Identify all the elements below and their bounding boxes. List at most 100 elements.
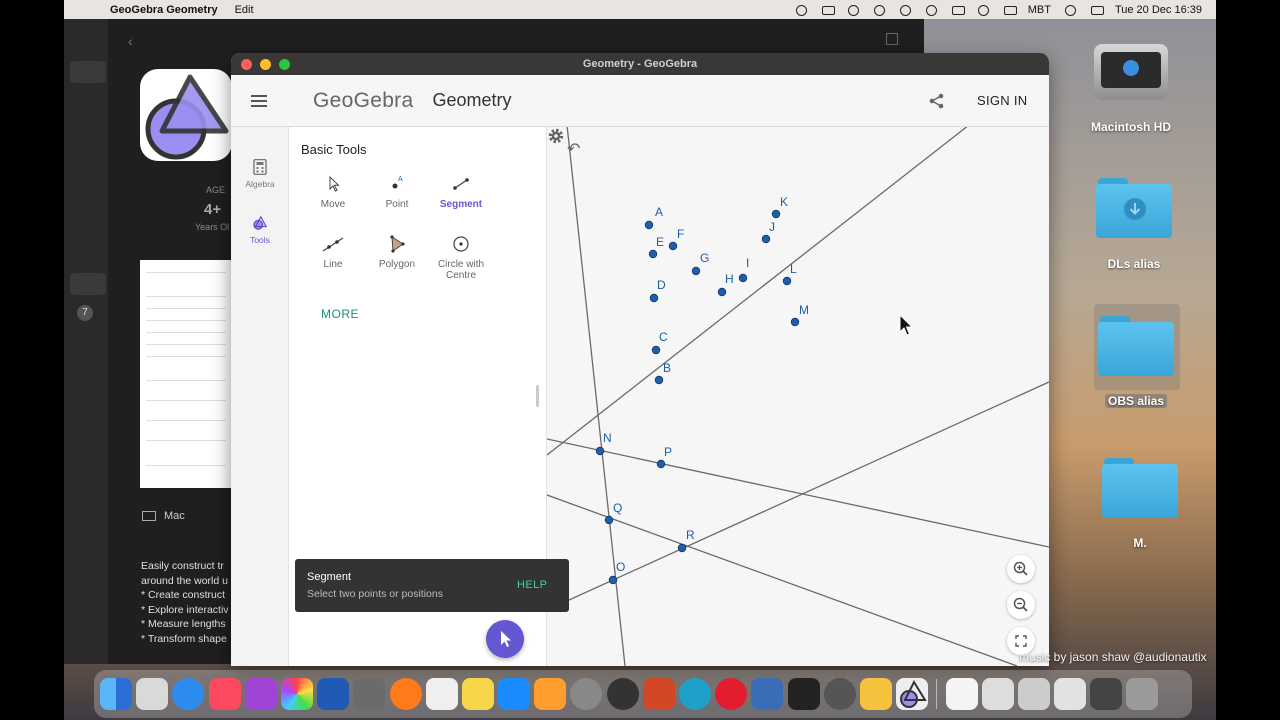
trash-icon[interactable] (1126, 678, 1159, 710)
finder-icon[interactable] (100, 678, 132, 710)
desktop-icon-macintosh-hd[interactable]: Macintosh HD (1087, 44, 1175, 134)
opera-icon[interactable] (715, 678, 748, 710)
help-button[interactable]: HELP (517, 579, 547, 591)
powerpoint-icon[interactable] (642, 678, 675, 710)
point-g[interactable] (691, 266, 701, 276)
zoom-out-button[interactable] (1007, 591, 1035, 619)
point-m[interactable] (790, 317, 800, 327)
zoom-in-button[interactable] (1007, 555, 1035, 583)
menu-app-name[interactable]: GeoGebra Geometry (110, 4, 218, 16)
volume-icon[interactable] (950, 4, 965, 15)
desktop-icon-obs-alias[interactable]: OBS alias (1096, 316, 1176, 408)
textedit-icon[interactable] (425, 678, 458, 710)
tool-polygon[interactable]: Polygon (365, 233, 429, 270)
firefox-icon[interactable] (389, 678, 422, 710)
brightness-icon[interactable] (846, 4, 860, 16)
close-window-icon[interactable] (241, 58, 252, 70)
tool-move[interactable]: Move (301, 173, 365, 210)
spotlight-search-icon[interactable] (1063, 4, 1077, 16)
color-ui-icon[interactable] (353, 678, 386, 710)
point-h[interactable] (717, 287, 727, 297)
photos-icon[interactable] (280, 678, 313, 710)
construction-line[interactable] (547, 438, 1049, 548)
store-sidebar-row[interactable] (70, 61, 106, 83)
obs-status-icon[interactable] (872, 4, 886, 16)
do-not-disturb-icon[interactable] (898, 4, 912, 16)
status-icon-1[interactable] (794, 4, 808, 16)
quicktime-icon[interactable] (823, 678, 856, 710)
point-k[interactable] (771, 209, 781, 219)
app-store-icon[interactable] (498, 678, 531, 710)
tool-point[interactable]: A Point (365, 173, 429, 210)
parallels-icon[interactable] (751, 678, 784, 710)
control-center-icon[interactable] (1089, 4, 1104, 15)
minimize-window-icon[interactable] (260, 58, 271, 70)
graphics-view[interactable]: A B C D EF G HI JK L M N P Q R O ↶ (547, 127, 1049, 666)
edge-icon[interactable] (679, 678, 711, 710)
point-l[interactable] (782, 276, 792, 286)
point-n[interactable] (595, 446, 605, 456)
more-tools-button[interactable]: MORE (321, 307, 359, 321)
podcasts-icon[interactable] (244, 678, 277, 710)
undo-icon[interactable]: ↶ (567, 139, 580, 159)
floating-tools-button[interactable] (486, 620, 524, 658)
launchpad-icon[interactable] (136, 678, 169, 710)
point-b[interactable] (654, 375, 664, 385)
bluetooth-icon[interactable] (976, 4, 990, 16)
point-i[interactable] (738, 273, 748, 283)
battery-icon[interactable] (1002, 4, 1017, 15)
notes-icon[interactable] (461, 678, 494, 710)
construction-line[interactable] (547, 381, 1049, 611)
tools-scrollbar[interactable] (536, 385, 539, 407)
pencil-app-icon[interactable] (859, 678, 892, 710)
obs-icon[interactable] (606, 678, 639, 710)
store-sidebar-row[interactable] (70, 273, 106, 295)
downloads-stack-icon[interactable] (1090, 678, 1123, 710)
app-screenshot-thumbnail[interactable] (140, 260, 232, 488)
geogebra-dock-icon[interactable] (896, 678, 929, 710)
construction-line[interactable] (566, 127, 626, 666)
safari-icon[interactable] (172, 678, 205, 710)
window-titlebar[interactable]: Geometry - GeoGebra (231, 53, 1049, 75)
tool-segment[interactable]: Segment (429, 173, 493, 210)
books-icon[interactable] (534, 678, 567, 710)
status-icon-2[interactable] (820, 4, 835, 15)
menu-clock[interactable]: Tue 20 Dec 16:39 (1115, 4, 1202, 16)
time-machine-icon[interactable] (924, 4, 938, 16)
point-j[interactable] (761, 234, 771, 244)
desktop-icon-m[interactable]: M. (1102, 458, 1178, 550)
recent-file-icon[interactable] (981, 678, 1014, 710)
point-p[interactable] (656, 459, 666, 469)
rail-algebra[interactable]: Algebra (231, 159, 289, 189)
menu-edit[interactable]: Edit (235, 4, 254, 16)
sign-in-button[interactable]: SIGN IN (977, 93, 1028, 108)
hamburger-menu-icon[interactable] (251, 94, 267, 107)
point-a[interactable] (644, 220, 654, 230)
keyboard-input-label[interactable]: MBT (1028, 4, 1051, 16)
system-preferences-icon[interactable] (570, 678, 603, 710)
construction-line[interactable] (547, 494, 1018, 666)
settings-gear-icon[interactable] (547, 127, 565, 145)
construction-canvas[interactable]: A B C D EF G HI JK L M N P Q R O (547, 127, 1049, 666)
point-e[interactable] (648, 249, 658, 259)
tool-line[interactable]: Line (301, 233, 365, 270)
music-icon[interactable] (208, 678, 241, 710)
rail-tools[interactable]: Tools (231, 215, 289, 245)
tool-circle-with-centre[interactable]: Circle with Centre (429, 233, 493, 281)
construction-line[interactable] (547, 127, 969, 456)
recent-file-icon[interactable] (1017, 678, 1050, 710)
zoom-window-icon[interactable] (279, 58, 290, 70)
point-f[interactable] (668, 241, 678, 251)
recent-file-icon[interactable] (1054, 678, 1087, 710)
document-icon[interactable] (945, 678, 978, 710)
point-o[interactable] (608, 575, 618, 585)
desktop-icon-dls-alias[interactable]: DLs alias (1094, 178, 1174, 271)
word-icon[interactable] (317, 678, 350, 710)
point-r[interactable] (677, 543, 687, 553)
point-d[interactable] (649, 293, 659, 303)
point-c[interactable] (651, 345, 661, 355)
activity-monitor-icon[interactable] (787, 678, 820, 710)
point-q[interactable] (604, 515, 614, 525)
back-chevron-icon[interactable]: ‹ (128, 33, 133, 49)
store-share-icon[interactable] (886, 33, 898, 45)
